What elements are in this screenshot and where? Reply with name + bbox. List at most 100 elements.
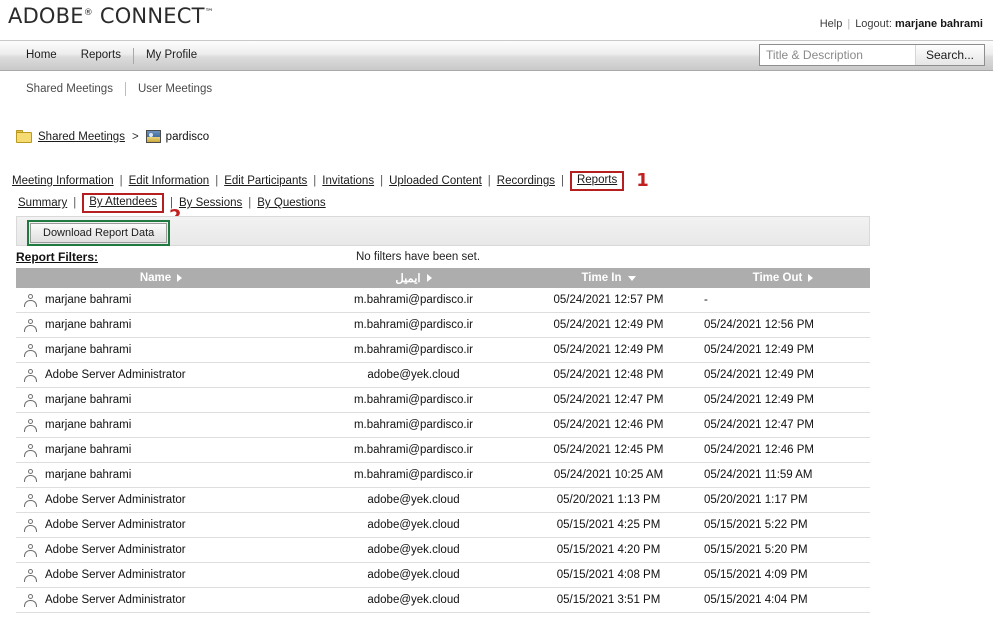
cell-time-out: 05/15/2021 4:04 PM bbox=[696, 587, 870, 613]
table-row[interactable]: Adobe Server Administrator adobe@yek.clou… bbox=[16, 537, 870, 563]
tab-by-questions[interactable]: By Questions bbox=[257, 197, 325, 209]
user-icon bbox=[24, 318, 37, 332]
table-header-row: Name ایمیل Time In Time Out bbox=[16, 268, 870, 288]
cell-time-in: 05/24/2021 12:46 PM bbox=[521, 412, 696, 438]
tab-summary[interactable]: Summary bbox=[18, 197, 67, 209]
help-link[interactable]: Help bbox=[820, 18, 843, 30]
tab-meeting-information[interactable]: Meeting Information bbox=[12, 175, 114, 187]
table-row[interactable]: Adobe Server Administrator adobe@yek.clou… bbox=[16, 562, 870, 588]
attendee-name: marjane bahrami bbox=[45, 419, 132, 431]
search-button[interactable]: Search... bbox=[914, 45, 984, 65]
table-row[interactable]: Adobe Server Administrator adobe@yek.clou… bbox=[16, 587, 870, 613]
tab-separator: | bbox=[560, 175, 564, 187]
cell-email: m.bahrami@pardisco.ir bbox=[306, 288, 521, 313]
nav-item-my-profile[interactable]: My Profile bbox=[134, 41, 209, 70]
user-icon bbox=[24, 393, 37, 407]
cell-name: marjane bahrami bbox=[16, 412, 306, 438]
breadcrumb-link-shared-meetings[interactable]: Shared Meetings bbox=[38, 131, 125, 143]
sort-arrow-right-icon[interactable] bbox=[426, 274, 432, 282]
table-row[interactable]: marjane bahrami m.bahrami@pardisco.ir 05/2… bbox=[16, 288, 870, 313]
column-header-time-out[interactable]: Time Out bbox=[696, 268, 870, 288]
sort-arrow-down-icon[interactable] bbox=[627, 275, 636, 281]
sort-arrow-right-icon[interactable] bbox=[177, 274, 183, 282]
report-filters-label[interactable]: Report Filters: bbox=[16, 250, 98, 264]
table-row[interactable]: marjane bahrami m.bahrami@pardisco.ir 05/2… bbox=[16, 312, 870, 338]
user-icon bbox=[24, 418, 37, 432]
cell-name: marjane bahrami bbox=[16, 312, 306, 338]
table-row[interactable]: marjane bahrami m.bahrami@pardisco.ir 05/2… bbox=[16, 337, 870, 363]
attendee-name: Adobe Server Administrator bbox=[45, 494, 186, 506]
cell-time-in: 05/15/2021 4:20 PM bbox=[521, 537, 696, 563]
table-row[interactable]: Adobe Server Administrator adobe@yek.clou… bbox=[16, 362, 870, 388]
download-report-data-button[interactable]: Download Report Data bbox=[30, 223, 168, 243]
cell-name: Adobe Server Administrator bbox=[16, 362, 306, 388]
tab-reports[interactable]: Reports bbox=[577, 174, 617, 186]
subnav-item-user-meetings[interactable]: User Meetings bbox=[126, 83, 224, 95]
tab-by-sessions[interactable]: By Sessions bbox=[179, 197, 242, 209]
user-icon bbox=[24, 493, 37, 507]
sort-arrow-right-icon[interactable] bbox=[808, 274, 814, 282]
cell-time-in: 05/24/2021 12:49 PM bbox=[521, 337, 696, 363]
report-filters-status: No filters have been set. bbox=[356, 251, 481, 263]
tab-by-attendees[interactable]: By Attendees bbox=[89, 196, 157, 208]
brand-header: ADOBE® CONNECT™ Help | Logout: marjane bah… bbox=[0, 0, 993, 40]
user-icon bbox=[24, 343, 37, 357]
tab-edit-information[interactable]: Edit Information bbox=[129, 175, 210, 187]
table-row[interactable]: marjane bahrami m.bahrami@pardisco.ir 05/2… bbox=[16, 387, 870, 413]
sub-navigation-bar: Shared Meetings User Meetings bbox=[0, 76, 993, 102]
cell-time-in: 05/24/2021 12:57 PM bbox=[521, 288, 696, 313]
cell-time-in: 05/24/2021 10:25 AM bbox=[521, 462, 696, 488]
column-header-time-out-label: Time Out bbox=[752, 272, 803, 284]
attendee-name: Adobe Server Administrator bbox=[45, 594, 186, 606]
table-row[interactable]: Adobe Server Administrator adobe@yek.clou… bbox=[16, 487, 870, 513]
cell-time-out: 05/15/2021 5:20 PM bbox=[696, 537, 870, 563]
breadcrumb-current-pardisco: pardisco bbox=[165, 130, 210, 143]
tab-edit-participants[interactable]: Edit Participants bbox=[224, 175, 307, 187]
attendee-name: marjane bahrami bbox=[45, 344, 132, 356]
cell-email: adobe@yek.cloud bbox=[306, 562, 521, 588]
cell-email: adobe@yek.cloud bbox=[306, 487, 521, 513]
current-user-name: marjane bahrami bbox=[894, 18, 983, 30]
cell-name: marjane bahrami bbox=[16, 288, 306, 313]
adobe-connect-logo: ADOBE® CONNECT™ bbox=[8, 4, 214, 28]
tab-uploaded-content[interactable]: Uploaded Content bbox=[389, 175, 482, 187]
cell-email: m.bahrami@pardisco.ir bbox=[306, 337, 521, 363]
attendees-table-head: Name ایمیل Time In Time Out bbox=[16, 268, 870, 288]
cell-email: m.bahrami@pardisco.ir bbox=[306, 412, 521, 438]
nav-item-home[interactable]: Home bbox=[14, 41, 69, 70]
cell-time-out: 05/24/2021 11:59 AM bbox=[696, 462, 870, 488]
folder-icon bbox=[16, 130, 32, 143]
meeting-tab-row: Meeting Information | Edit Information |… bbox=[12, 171, 649, 191]
user-icon bbox=[24, 443, 37, 457]
tab-recordings[interactable]: Recordings bbox=[497, 175, 555, 187]
table-row[interactable]: marjane bahrami m.bahrami@pardisco.ir 05/2… bbox=[16, 462, 870, 488]
cell-email: adobe@yek.cloud bbox=[306, 587, 521, 613]
column-header-email[interactable]: ایمیل bbox=[306, 268, 521, 288]
search-input[interactable] bbox=[760, 45, 915, 65]
cell-email: m.bahrami@pardisco.ir bbox=[306, 437, 521, 463]
attendee-name: marjane bahrami bbox=[45, 394, 132, 406]
table-row[interactable]: marjane bahrami m.bahrami@pardisco.ir 05/2… bbox=[16, 437, 870, 463]
subnav-item-shared-meetings[interactable]: Shared Meetings bbox=[14, 83, 125, 95]
cell-email: adobe@yek.cloud bbox=[306, 362, 521, 388]
column-header-name[interactable]: Name bbox=[16, 268, 306, 288]
tab-separator: | bbox=[380, 175, 384, 187]
table-row[interactable]: Adobe Server Administrator adobe@yek.clou… bbox=[16, 512, 870, 538]
tab-by-attendees-highlight: By Attendees bbox=[82, 193, 164, 213]
table-row[interactable]: marjane bahrami m.bahrami@pardisco.ir 05/2… bbox=[16, 412, 870, 438]
tab-separator: | bbox=[215, 175, 219, 187]
column-header-name-label: Name bbox=[139, 272, 172, 284]
tab-invitations[interactable]: Invitations bbox=[322, 175, 374, 187]
logout-label[interactable]: Logout: bbox=[855, 18, 892, 30]
nav-item-reports[interactable]: Reports bbox=[69, 41, 133, 70]
annotation-marker-1: 1 bbox=[636, 170, 649, 191]
attendee-name: Adobe Server Administrator bbox=[45, 569, 186, 581]
column-header-time-in[interactable]: Time In bbox=[521, 268, 696, 288]
user-icon bbox=[24, 293, 37, 307]
cell-time-in: 05/24/2021 12:47 PM bbox=[521, 387, 696, 413]
cell-name: Adobe Server Administrator bbox=[16, 512, 306, 538]
user-icon bbox=[24, 593, 37, 607]
cell-time-out: 05/15/2021 4:09 PM bbox=[696, 562, 870, 588]
logo-adobe: ADOBE bbox=[8, 4, 84, 28]
main-nav-links: Home Reports My Profile bbox=[14, 41, 209, 70]
